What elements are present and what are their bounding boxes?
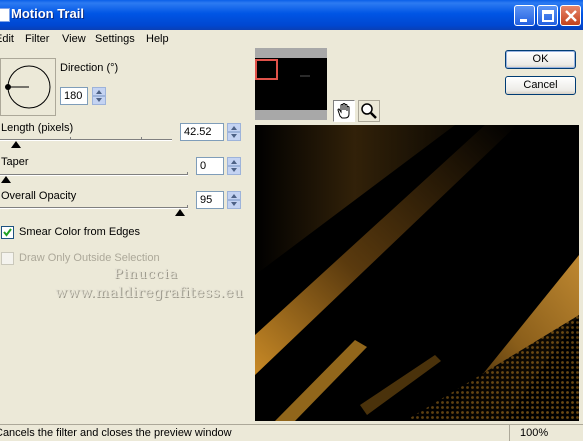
pan-tool[interactable] [333, 100, 355, 122]
menu-edit[interactable]: Edit [0, 30, 14, 48]
cancel-button[interactable]: Cancel [505, 76, 576, 95]
spin-up-icon[interactable] [227, 123, 241, 132]
menu-filter[interactable]: Filter [25, 30, 49, 48]
navigator-frame [255, 48, 327, 120]
opacity-spinner[interactable] [227, 191, 241, 209]
magnifier-icon [361, 103, 377, 119]
direction-dial[interactable] [1, 59, 55, 115]
spin-down-icon[interactable] [227, 132, 241, 141]
direction-spinner[interactable] [92, 87, 106, 105]
taper-slider-thumb[interactable] [1, 176, 11, 183]
spin-down-icon[interactable] [92, 96, 106, 105]
title-bar: Motion Trail [0, 0, 583, 30]
hand-icon [337, 103, 350, 119]
navigator-view-rect[interactable] [255, 59, 278, 80]
opacity-slider-track[interactable] [0, 207, 188, 209]
spin-up-icon[interactable] [92, 87, 106, 96]
length-slider-thumb[interactable] [11, 141, 21, 148]
minimize-icon [520, 19, 527, 22]
spin-down-icon[interactable] [227, 166, 241, 175]
direction-label: Direction (°) [60, 62, 119, 74]
preview-pane[interactable] [255, 125, 579, 421]
close-icon [565, 10, 577, 22]
minimize-button[interactable] [514, 5, 535, 26]
slider-tick [70, 137, 71, 140]
status-message: Cancels the filter and closes the previe… [0, 427, 232, 439]
spin-down-icon[interactable] [227, 200, 241, 209]
maximize-icon [542, 10, 554, 22]
ok-button[interactable]: OK [505, 50, 576, 69]
status-zoom: 100% [520, 427, 549, 439]
menu-bar: Edit Filter View Settings Help [0, 30, 583, 48]
direction-input[interactable]: 180 [60, 87, 88, 105]
spin-up-icon[interactable] [227, 191, 241, 200]
taper-spinner[interactable] [227, 157, 241, 175]
status-bar: Cancels the filter and closes the previe… [0, 424, 583, 441]
taper-label: Taper [1, 156, 29, 168]
opacity-label: Overall Opacity [1, 190, 77, 202]
preview-image [255, 125, 579, 421]
zoom-tool[interactable] [358, 100, 380, 122]
watermark-url: www.maldiregrafitess.eu [55, 285, 244, 301]
draw-outside-label[interactable]: Draw Only Outside Selection [19, 252, 160, 264]
opacity-input[interactable]: 95 [196, 191, 224, 209]
slider-tick [187, 172, 188, 175]
thumbnail-detail [300, 75, 310, 77]
slider-tick [141, 137, 142, 140]
slider-tick [187, 205, 188, 208]
close-button[interactable] [560, 5, 581, 26]
taper-slider-track[interactable] [0, 174, 188, 176]
length-label: Length (pixels) [1, 122, 74, 134]
draw-outside-checkbox[interactable] [1, 252, 14, 265]
opacity-slider-thumb[interactable] [175, 209, 185, 216]
smear-label[interactable]: Smear Color from Edges [19, 226, 140, 238]
app-icon [0, 8, 10, 22]
menu-view[interactable]: View [62, 30, 86, 48]
taper-input[interactable]: 0 [196, 157, 224, 175]
length-spinner[interactable] [227, 123, 241, 141]
menu-settings[interactable]: Settings [95, 30, 135, 48]
length-input[interactable]: 42.52 [180, 123, 224, 141]
direction-dial-frame [0, 58, 56, 116]
spin-up-icon[interactable] [227, 157, 241, 166]
status-divider [509, 425, 510, 441]
length-slider-track[interactable] [0, 139, 172, 141]
maximize-button[interactable] [537, 5, 558, 26]
watermark-name: Pinuccia [114, 267, 179, 282]
menu-help[interactable]: Help [146, 30, 169, 48]
check-icon [3, 228, 12, 237]
window-title: Motion Trail [11, 6, 84, 21]
smear-checkbox[interactable] [1, 226, 14, 239]
